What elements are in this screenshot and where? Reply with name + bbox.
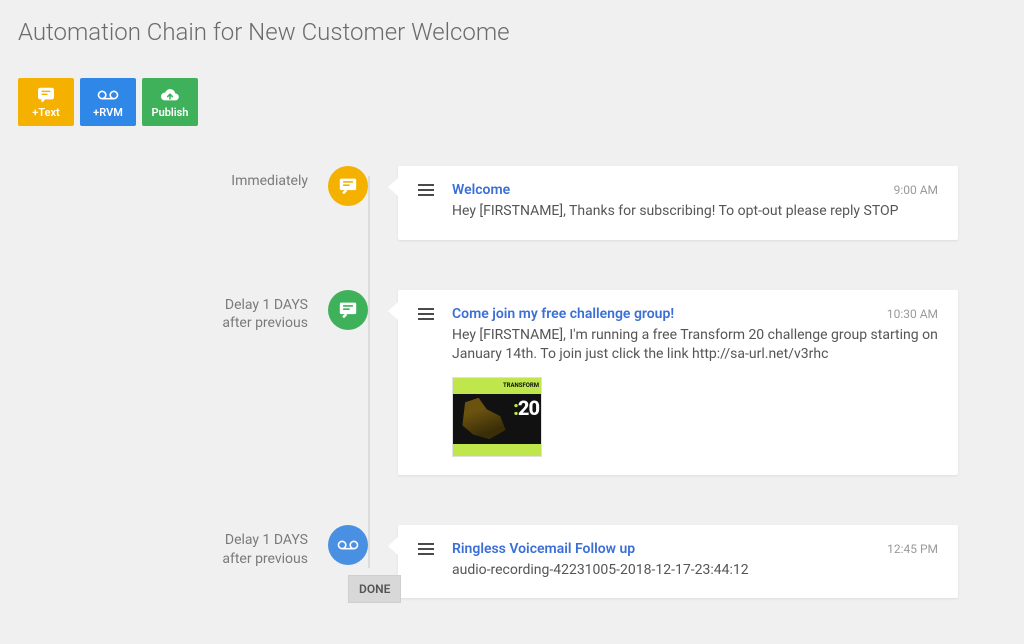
step-body: Hey [FIRSTNAME], I'm running a free Tran… [452,326,938,365]
drag-handle-icon[interactable] [418,543,434,555]
add-rvm-button[interactable]: +RVM [80,78,136,126]
cloud-upload-icon [160,86,180,104]
timeline: Immediately Welcome 9:00 AM Hey [FIRSTNA… [18,166,1006,598]
step-body: audio-recording-42231005-2018-12-17-23:4… [452,561,938,581]
message-icon [338,177,358,195]
step-body: Hey [FIRSTNAME], Thanks for subscribing!… [452,202,938,222]
step-node[interactable] [328,290,368,330]
add-rvm-label: +RVM [93,106,123,119]
drag-handle-icon[interactable] [418,184,434,196]
voicemail-icon [97,86,119,104]
step-node[interactable] [328,166,368,206]
step-time: 10:30 AM [887,307,938,321]
add-text-button[interactable]: +Text [18,78,74,126]
message-icon [338,301,358,319]
step-card: Welcome 9:00 AM Hey [FIRSTNAME], Thanks … [398,166,958,240]
publish-label: Publish [152,106,189,119]
message-icon [37,86,55,104]
step-delay-label: Delay 1 DAYS after previous [18,290,328,334]
attachment-thumbnail[interactable]: TRANSFORM :20 [452,377,542,457]
step-title-link[interactable]: Come join my free challenge group! [452,306,674,322]
voicemail-icon [337,539,359,551]
step-time: 9:00 AM [894,183,938,197]
publish-button[interactable]: Publish [142,78,198,126]
page-title: Automation Chain for New Customer Welcom… [18,18,1006,46]
step-card: Ringless Voicemail Follow up 12:45 PM au… [398,525,958,599]
step-time: 12:45 PM [887,542,938,556]
step-delay-label: Immediately [18,166,328,191]
done-marker: DONE [348,575,401,603]
automation-step: Delay 1 DAYS after previous Ringless Voi… [18,525,1006,599]
automation-step: Delay 1 DAYS after previous Come join my… [18,290,1006,475]
automation-step: Immediately Welcome 9:00 AM Hey [FIRSTNA… [18,166,1006,240]
step-node[interactable] [328,525,368,565]
step-delay-label: Delay 1 DAYS after previous [18,525,328,569]
step-title-link[interactable]: Welcome [452,182,510,198]
drag-handle-icon[interactable] [418,308,434,320]
step-card: Come join my free challenge group! 10:30… [398,290,958,475]
add-text-label: +Text [32,106,60,119]
step-title-link[interactable]: Ringless Voicemail Follow up [452,541,635,557]
toolbar: +Text +RVM Publish [18,78,1006,126]
